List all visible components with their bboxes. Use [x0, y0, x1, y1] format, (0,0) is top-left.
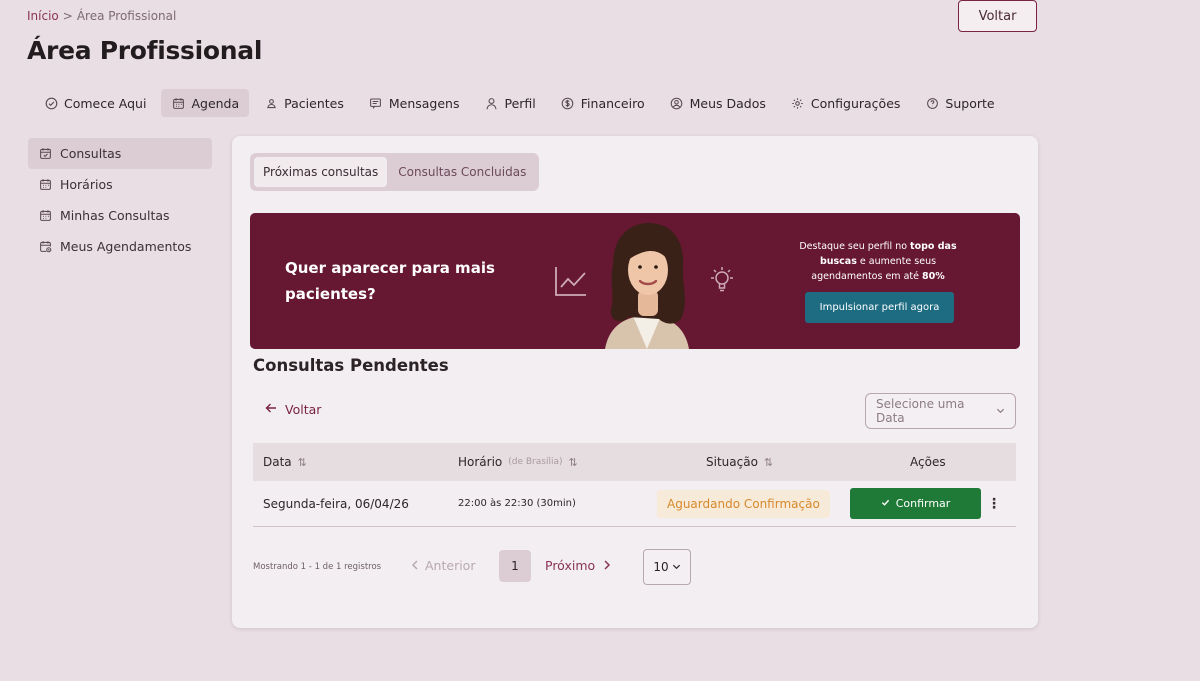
chevron-down-icon	[996, 404, 1005, 418]
sidebar: Consultas Horários Minhas Consultas Meus…	[28, 138, 212, 262]
sort-icon: ⇅	[297, 455, 307, 469]
section-title: Consultas Pendentes	[253, 356, 449, 375]
tab-label: Pacientes	[284, 95, 344, 111]
gear-icon	[791, 96, 805, 110]
sidebar-item-horarios[interactable]: Horários	[28, 169, 212, 200]
chevron-left-icon	[411, 558, 419, 573]
tab-configuracoes[interactable]: Configurações	[781, 89, 911, 117]
tab-agenda[interactable]: Agenda	[161, 89, 250, 117]
breadcrumb-home-link[interactable]: Início	[27, 9, 59, 23]
user-icon	[264, 96, 278, 110]
page-size-select[interactable]: 10	[643, 549, 691, 585]
sort-icon: ⇅	[568, 455, 578, 469]
breadcrumb-current: Área Profissional	[76, 9, 177, 23]
calendar-icon	[171, 96, 185, 110]
page-number-button[interactable]: 1	[499, 550, 531, 582]
calendar-icon	[38, 209, 52, 223]
calendar-icon	[38, 178, 52, 192]
check-circle-icon	[44, 96, 58, 110]
lightbulb-icon	[707, 265, 737, 299]
tab-financeiro[interactable]: Financeiro	[551, 89, 655, 117]
chevron-down-icon	[672, 560, 681, 574]
help-icon	[925, 96, 939, 110]
tab-label: Configurações	[810, 95, 901, 111]
header-situacao[interactable]: Situação ⇅	[706, 455, 773, 469]
appointments-table: Data ⇅ Horário (de Brasília) ⇅ Situação ⇅ Aç…	[253, 443, 1016, 527]
previous-page-button[interactable]: Anterior	[411, 558, 475, 573]
page-title: Área Profissional	[27, 36, 263, 65]
profile-icon	[485, 96, 499, 110]
breadcrumb: Início > Área Profissional	[27, 9, 176, 23]
sidebar-item-consultas[interactable]: Consultas	[28, 138, 212, 169]
tab-label: Mensagens	[388, 95, 460, 111]
back-link-label: Voltar	[285, 402, 322, 417]
dollar-icon	[561, 96, 575, 110]
tab-suporte[interactable]: Suporte	[915, 89, 1004, 117]
table-header: Data ⇅ Horário (de Brasília) ⇅ Situação ⇅ Aç…	[253, 443, 1016, 481]
sidebar-item-label: Meus Agendamentos	[60, 239, 192, 254]
sort-icon: ⇅	[763, 455, 774, 469]
tab-label: Perfil	[504, 95, 536, 111]
tab-label: Agenda	[191, 95, 240, 111]
table-row: Segunda-feira, 06/04/26 22:00 às 22:30 (…	[253, 481, 1016, 527]
consultas-tabs: Próximas consultas Consultas Concluidas	[250, 153, 540, 191]
main-card: Próximas consultas Consultas Concluidas …	[232, 136, 1038, 628]
header-acoes: Ações	[910, 455, 946, 469]
arrow-left-icon	[265, 402, 277, 417]
cell-horario: 22:00 às 22:30 (30min)	[458, 498, 576, 509]
calendar-clock-icon	[38, 240, 52, 254]
back-button[interactable]: Voltar	[958, 0, 1037, 32]
more-options-icon[interactable]: ⋮	[987, 496, 1001, 512]
tab-comece-aqui[interactable]: Comece Aqui	[34, 89, 156, 117]
tab-perfil[interactable]: Perfil	[475, 89, 546, 117]
header-data[interactable]: Data ⇅	[263, 455, 307, 469]
portrait-illustration	[605, 223, 689, 349]
chevron-right-icon	[603, 558, 611, 573]
message-icon	[369, 96, 383, 110]
tab-label: Comece Aqui	[64, 95, 147, 111]
tab-meus-dados[interactable]: Meus Dados	[660, 89, 776, 117]
sidebar-item-label: Consultas	[60, 146, 122, 161]
sidebar-item-label: Minhas Consultas	[60, 208, 170, 223]
tab-consultas-concluidas[interactable]: Consultas Concluidas	[389, 157, 535, 187]
status-badge: Aguardando Confirmação	[657, 489, 830, 518]
date-select-placeholder: Selecione uma Data	[876, 397, 965, 425]
boost-profile-button[interactable]: Impulsionar perfil agora	[805, 292, 954, 323]
tab-label: Meus Dados	[689, 95, 766, 111]
promo-banner: Quer aparecer para mais pacientes? Desta…	[250, 213, 1020, 349]
banner-headline: Quer aparecer para mais pacientes?	[285, 259, 495, 303]
top-navigation: Comece Aqui Agenda Pacientes Mensagens P…	[34, 89, 1010, 117]
sidebar-item-label: Horários	[60, 177, 113, 192]
tab-proximas-consultas[interactable]: Próximas consultas	[254, 157, 388, 187]
pagination-info: Mostrando 1 - 1 de 1 registros	[253, 562, 382, 572]
breadcrumb-separator: >	[62, 9, 73, 23]
timezone-note: (de Brasília)	[508, 457, 563, 467]
check-icon	[881, 497, 890, 510]
header-horario[interactable]: Horário (de Brasília) ⇅	[458, 455, 578, 469]
confirm-button[interactable]: Confirmar	[850, 488, 981, 519]
sidebar-item-minhas-consultas[interactable]: Minhas Consultas	[28, 200, 212, 231]
tab-label: Suporte	[945, 95, 995, 111]
date-select[interactable]: Selecione uma Data	[865, 393, 1016, 429]
tab-pacientes[interactable]: Pacientes	[254, 89, 354, 117]
banner-description: Destaque seu perfil no topo das buscas e…	[799, 241, 957, 282]
user-circle-icon	[670, 96, 684, 110]
tab-label: Financeiro	[580, 95, 645, 111]
next-page-button[interactable]: Próximo	[545, 558, 611, 573]
cell-data: Segunda-feira, 06/04/26	[263, 496, 409, 511]
sidebar-item-meus-agendamentos[interactable]: Meus Agendamentos	[28, 231, 212, 262]
back-link[interactable]: Voltar	[265, 402, 321, 417]
tab-mensagens[interactable]: Mensagens	[359, 89, 470, 117]
calendar-check-icon	[38, 147, 52, 161]
